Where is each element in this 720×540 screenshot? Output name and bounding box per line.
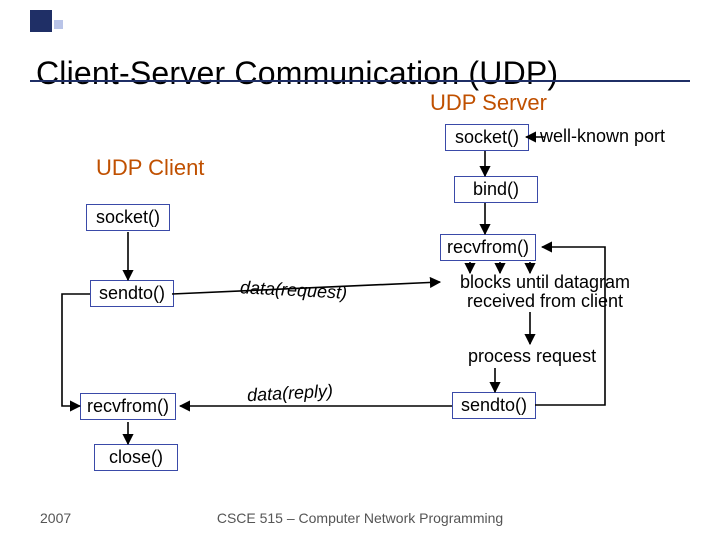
client-section-label: UDP Client <box>96 155 204 181</box>
server-section-label: UDP Server <box>430 90 547 116</box>
well-known-port-label: well-known port <box>540 126 665 147</box>
client-recvfrom-box: recvfrom() <box>80 393 176 420</box>
footer-course: CSCE 515 – Computer Network Programming <box>0 510 720 526</box>
page-title: Client-Server Communication (UDP) <box>36 55 558 92</box>
title-underline <box>30 80 690 82</box>
data-reply-label: data(reply) <box>247 381 334 406</box>
blocks-until-label: blocks until datagram received from clie… <box>445 273 645 311</box>
data-request-label: data(request) <box>240 277 348 304</box>
blocks-line-1: blocks until datagram <box>460 272 630 292</box>
server-bind-box: bind() <box>454 176 538 203</box>
process-request-label: process request <box>468 346 596 367</box>
server-socket-box: socket() <box>445 124 529 151</box>
client-close-box: close() <box>94 444 178 471</box>
client-socket-box: socket() <box>86 204 170 231</box>
server-recvfrom-box: recvfrom() <box>440 234 536 261</box>
blocks-line-2: received from client <box>467 291 623 311</box>
server-sendto-box: sendto() <box>452 392 536 419</box>
client-sendto-box: sendto() <box>90 280 174 307</box>
